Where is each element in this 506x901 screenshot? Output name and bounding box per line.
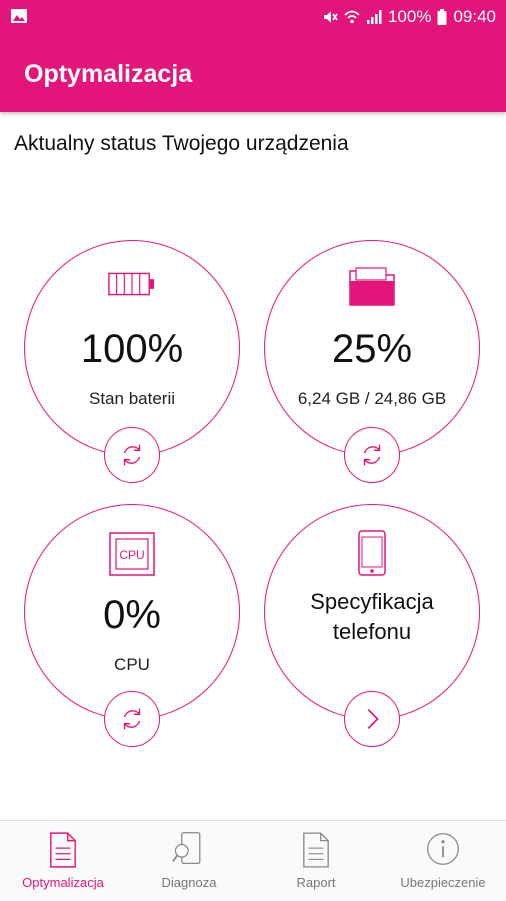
storage-label: 6,24 GB / 24,86 GB	[297, 389, 447, 408]
bottom-navigation: Optymalizacja Diagnoza Raport Ubezpiecze…	[0, 820, 506, 901]
battery-percent: 100%	[387, 7, 432, 26]
phone-spec-title-line2: telefonu	[332, 619, 412, 644]
chevron-right-icon	[367, 709, 379, 729]
nav-item-optymalizacja[interactable]: Optymalizacja	[0, 821, 126, 901]
cpu-label: CPU	[114, 655, 150, 674]
battery-value: 100%	[80, 327, 184, 371]
mute-icon	[323, 11, 338, 23]
phone-spec-title: Specyfikacja telefonu	[265, 587, 479, 647]
cpu-icon: CPU	[109, 532, 155, 576]
storage-refresh-button[interactable]	[344, 427, 400, 483]
battery-label: Stan baterii	[89, 389, 175, 408]
app-bar-title: Optymalizacja	[24, 60, 193, 88]
refresh-icon	[123, 708, 141, 730]
battery-status-icon	[437, 9, 447, 25]
document-icon	[50, 832, 76, 868]
nav-item-raport[interactable]: Raport	[253, 821, 379, 901]
phone-spec-title-line1: Specyfikacja	[310, 589, 434, 614]
cpu-refresh-button[interactable]	[104, 691, 160, 747]
info-icon	[427, 833, 459, 865]
cpu-tile[interactable]: CPU 0% CPU	[24, 504, 240, 747]
clock: 09:40	[453, 7, 496, 26]
phone-spec-tile[interactable]: Specyfikacja telefonu	[264, 504, 480, 747]
app-bar: Optymalizacja	[0, 34, 506, 112]
phone-spec-open-button[interactable]	[344, 691, 400, 747]
signal-icon	[366, 10, 382, 24]
wifi-icon	[344, 10, 360, 24]
folder-icon	[349, 267, 395, 306]
cpu-icon-text: CPU	[119, 548, 144, 562]
nav-label-diagnoza: Diagnoza	[161, 875, 217, 890]
phone-search-icon	[172, 832, 201, 865]
cpu-value: 0%	[103, 593, 161, 637]
image-notification-icon	[11, 9, 27, 23]
storage-value: 25%	[331, 327, 413, 371]
page-subtitle: Aktualny status Twojego urządzenia	[14, 132, 349, 155]
nav-item-ubezpieczenie[interactable]: Ubezpieczenie	[380, 821, 506, 901]
storage-tile[interactable]: 25% 6,24 GB / 24,86 GB	[264, 240, 480, 483]
nav-label-raport: Raport	[296, 875, 336, 890]
battery-tile[interactable]: 100% Stan baterii	[24, 240, 240, 483]
battery-refresh-button[interactable]	[104, 427, 160, 483]
nav-item-diagnoza[interactable]: Diagnoza	[126, 821, 252, 901]
refresh-icon	[123, 444, 141, 466]
refresh-icon	[363, 444, 381, 466]
phone-icon	[358, 530, 386, 576]
status-bar: 100% 09:40	[0, 0, 506, 34]
nav-label-optymalizacja: Optymalizacja	[22, 875, 104, 890]
report-icon	[303, 832, 329, 868]
battery-icon	[108, 272, 155, 296]
nav-label-ubezpieczenie: Ubezpieczenie	[400, 875, 486, 890]
